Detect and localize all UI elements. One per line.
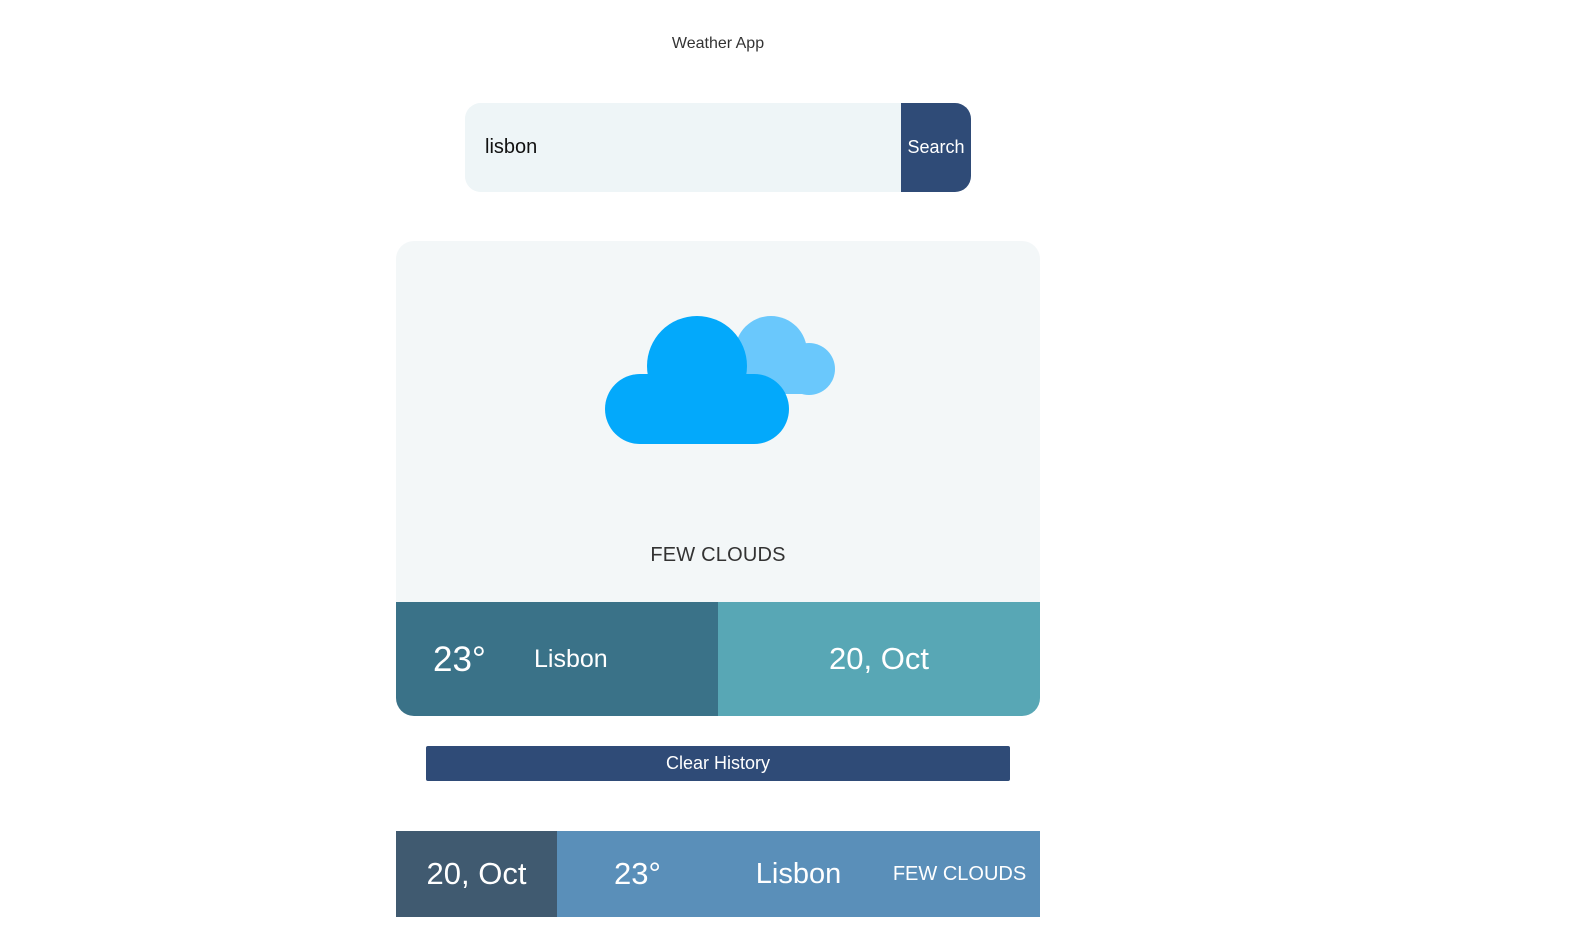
search-button[interactable]: Search bbox=[901, 103, 971, 192]
temperature-city-panel: 23° Lisbon bbox=[396, 602, 718, 716]
current-date: 20, Oct bbox=[718, 602, 1040, 716]
current-city: Lisbon bbox=[534, 645, 608, 673]
search-bar: Search bbox=[465, 103, 971, 192]
history-details: 23° Lisbon FEW CLOUDS bbox=[557, 831, 1040, 917]
history-city: Lisbon bbox=[755, 857, 842, 890]
clear-history-button[interactable]: Clear History bbox=[426, 746, 1010, 781]
weather-condition: FEW CLOUDS bbox=[650, 544, 786, 566]
history-row: 20, Oct 23° Lisbon FEW CLOUDS bbox=[396, 831, 1040, 917]
few-clouds-icon bbox=[605, 316, 835, 444]
history-temperature: 23° bbox=[614, 856, 661, 891]
weather-card-footer: 23° Lisbon 20, Oct bbox=[396, 602, 1040, 716]
current-temperature: 23° bbox=[433, 640, 486, 679]
app-title: Weather App bbox=[671, 35, 765, 52]
search-input[interactable] bbox=[465, 103, 901, 192]
weather-app: Weather App Search 23° Lisbon 20, Oct FE… bbox=[0, 0, 1583, 935]
history-date: 20, Oct bbox=[396, 831, 557, 917]
history-condition: FEW CLOUDS bbox=[892, 862, 1027, 885]
